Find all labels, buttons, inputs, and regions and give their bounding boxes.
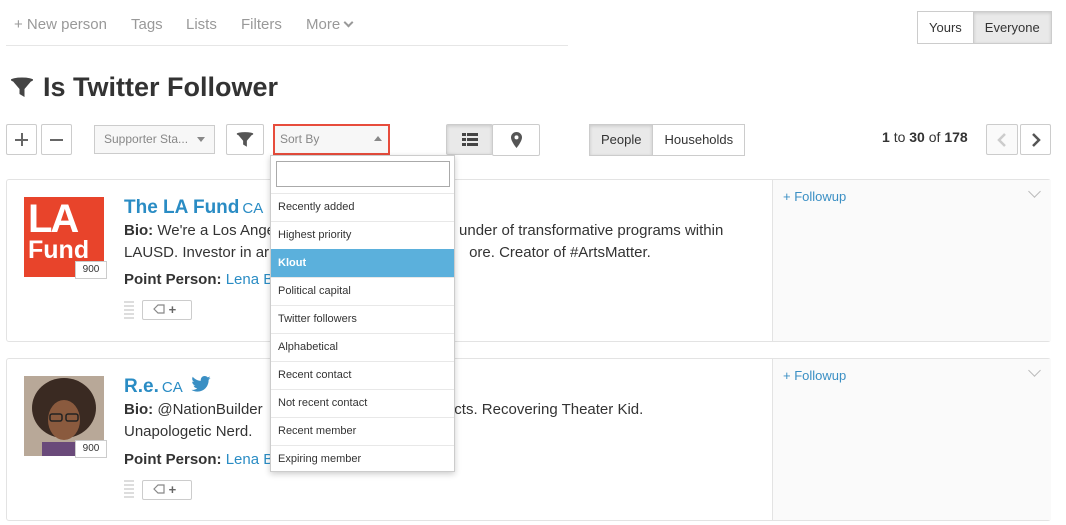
- page-of-word: of: [928, 129, 941, 145]
- add-followup-link[interactable]: + Followup: [783, 189, 846, 204]
- add-tag-button[interactable]: +: [142, 300, 192, 320]
- sort-option[interactable]: Alphabetical: [271, 333, 454, 361]
- sort-dropdown: Recently added Highest priority Klout Polit…: [270, 155, 455, 472]
- tag-icon: [153, 484, 165, 494]
- point-person: Point Person: Lena B: [124, 271, 273, 288]
- score-badge: 900: [75, 261, 107, 279]
- page-to-word: to: [893, 129, 906, 145]
- page-header: Is Twitter Follower: [10, 72, 278, 103]
- plus-icon: +: [168, 482, 177, 497]
- page-to: 30: [909, 129, 925, 145]
- twitter-icon: [191, 376, 211, 392]
- lists-link[interactable]: Lists: [186, 16, 217, 33]
- people-button[interactable]: People: [589, 124, 654, 156]
- filter-icon: [11, 77, 33, 97]
- sort-option[interactable]: Recent contact: [271, 361, 454, 389]
- sort-by-select[interactable]: Sort By: [273, 124, 390, 155]
- remove-button[interactable]: [41, 124, 72, 155]
- list-view-icon: [462, 133, 478, 146]
- scope-toggle: Yours Everyone: [917, 11, 1052, 44]
- sort-option[interactable]: Twitter followers: [271, 305, 454, 333]
- person-name-link[interactable]: R.e. CA: [124, 376, 211, 398]
- bio-label: Bio:: [124, 401, 154, 418]
- sort-option[interactable]: Expiring member: [271, 445, 454, 473]
- sort-option[interactable]: Klout: [271, 249, 454, 277]
- bio-line2-end: ore. Creator of #ArtsMatter.: [469, 244, 651, 261]
- pagination-summary: 1 to 30 of 178: [882, 129, 968, 145]
- filter-button[interactable]: [226, 124, 264, 155]
- more-label: More: [306, 16, 341, 33]
- view-toggle: People Households: [589, 124, 746, 156]
- caret-down-icon: [197, 137, 205, 142]
- score-badge: 900: [75, 440, 107, 458]
- point-person-link[interactable]: Lena B: [226, 451, 274, 468]
- caret-up-icon: [374, 136, 382, 141]
- prev-page-button[interactable]: [986, 124, 1018, 155]
- tag-icon: [153, 304, 165, 314]
- drag-handle[interactable]: [124, 301, 134, 319]
- page-title: Is Twitter Follower: [43, 72, 279, 102]
- add-button[interactable]: [6, 124, 37, 155]
- bio-text-start: We're a Los Ange: [157, 222, 276, 239]
- more-menu[interactable]: More: [306, 16, 354, 33]
- plus-icon: +: [168, 302, 177, 317]
- minus-icon: [50, 139, 63, 141]
- sort-options-list: Recently added Highest priority Klout Polit…: [271, 193, 454, 473]
- followup-panel: + Followup: [772, 359, 1051, 520]
- sort-option[interactable]: Political capital: [271, 277, 454, 305]
- sort-option[interactable]: Recently added: [271, 193, 454, 221]
- next-page-button[interactable]: [1020, 124, 1051, 155]
- avatar-logo-la: LA: [28, 197, 79, 241]
- followup-panel: + Followup: [772, 180, 1051, 341]
- drag-handle[interactable]: [124, 480, 134, 498]
- person-state: CA: [242, 200, 264, 217]
- chevron-down-icon: [343, 17, 354, 28]
- bio-text-start: @NationBuilder: [157, 401, 263, 418]
- chevron-right-icon: [1032, 133, 1041, 147]
- chevron-left-icon: [997, 133, 1006, 147]
- person-name: The LA Fund: [124, 197, 240, 218]
- bio-line2-start: Unapologetic Nerd.: [124, 423, 253, 440]
- map-view-button[interactable]: [492, 124, 540, 156]
- filters-link[interactable]: Filters: [241, 16, 282, 33]
- sort-search-input[interactable]: [276, 161, 450, 187]
- supporter-status-select[interactable]: Supporter Sta...: [94, 125, 215, 154]
- everyone-button[interactable]: Everyone: [972, 11, 1052, 44]
- list-view-button[interactable]: [446, 124, 493, 155]
- households-button[interactable]: Households: [652, 124, 746, 156]
- bio-text-end: under of transformative programs within: [459, 222, 724, 239]
- person-card: LA Fund 900 The LA Fund CA Bio: We're a L…: [6, 179, 1051, 342]
- chevron-down-icon[interactable]: [1028, 364, 1041, 377]
- person-name: R.e.: [124, 376, 159, 397]
- new-person-link[interactable]: + New person: [14, 16, 107, 33]
- yours-button[interactable]: Yours: [917, 11, 974, 44]
- add-followup-link[interactable]: + Followup: [783, 368, 846, 383]
- sort-option[interactable]: Not recent contact: [271, 389, 454, 417]
- filter-icon: [236, 132, 254, 147]
- point-person-label: Point Person:: [124, 271, 222, 288]
- sort-option[interactable]: Highest priority: [271, 221, 454, 249]
- sort-by-label: Sort By: [280, 132, 320, 146]
- point-person-link[interactable]: Lena B: [226, 271, 274, 288]
- bio-line2-start: LAUSD. Investor in ar: [124, 244, 270, 261]
- point-person: Point Person: Lena B: [124, 451, 273, 468]
- avatar-logo-fund: Fund: [28, 236, 90, 264]
- person-name-link[interactable]: The LA Fund CA: [124, 197, 286, 219]
- map-pin-icon: [511, 132, 522, 148]
- person-state: CA: [161, 379, 183, 396]
- add-tag-button[interactable]: +: [142, 480, 192, 500]
- plus-icon-stroke: [21, 133, 23, 146]
- point-person-label: Point Person:: [124, 451, 222, 468]
- bio-label: Bio:: [124, 222, 154, 239]
- page-from: 1: [882, 129, 890, 145]
- top-nav: + New person Tags Lists Filters More: [6, 0, 568, 46]
- bio-text-end: Objects. Recovering Theater Kid.: [422, 401, 644, 418]
- supporter-status-label: Supporter Sta...: [104, 132, 189, 146]
- person-card: 900 R.e. CA Bio: @NationBuilder Objects. R…: [6, 358, 1051, 521]
- chevron-down-icon[interactable]: [1028, 185, 1041, 198]
- tags-link[interactable]: Tags: [131, 16, 163, 33]
- sort-option[interactable]: Recent member: [271, 417, 454, 445]
- page-total: 178: [944, 129, 968, 145]
